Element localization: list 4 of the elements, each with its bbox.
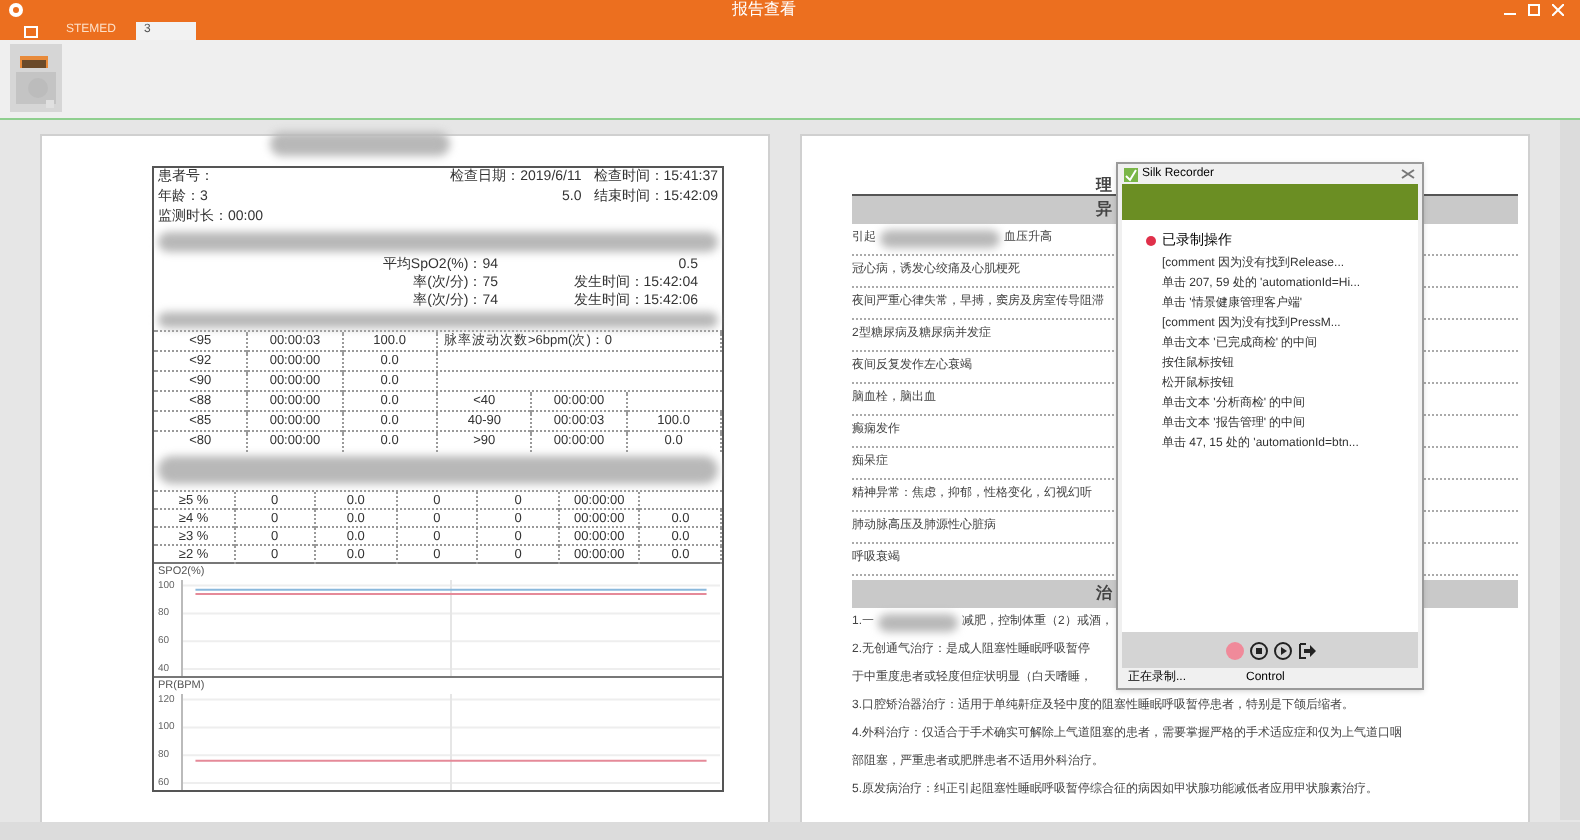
section-title: 治	[1096, 582, 1112, 606]
window-title: 报告查看	[730, 0, 798, 20]
section-title: 异	[1096, 198, 1112, 222]
section-title: 理	[1096, 176, 1112, 194]
